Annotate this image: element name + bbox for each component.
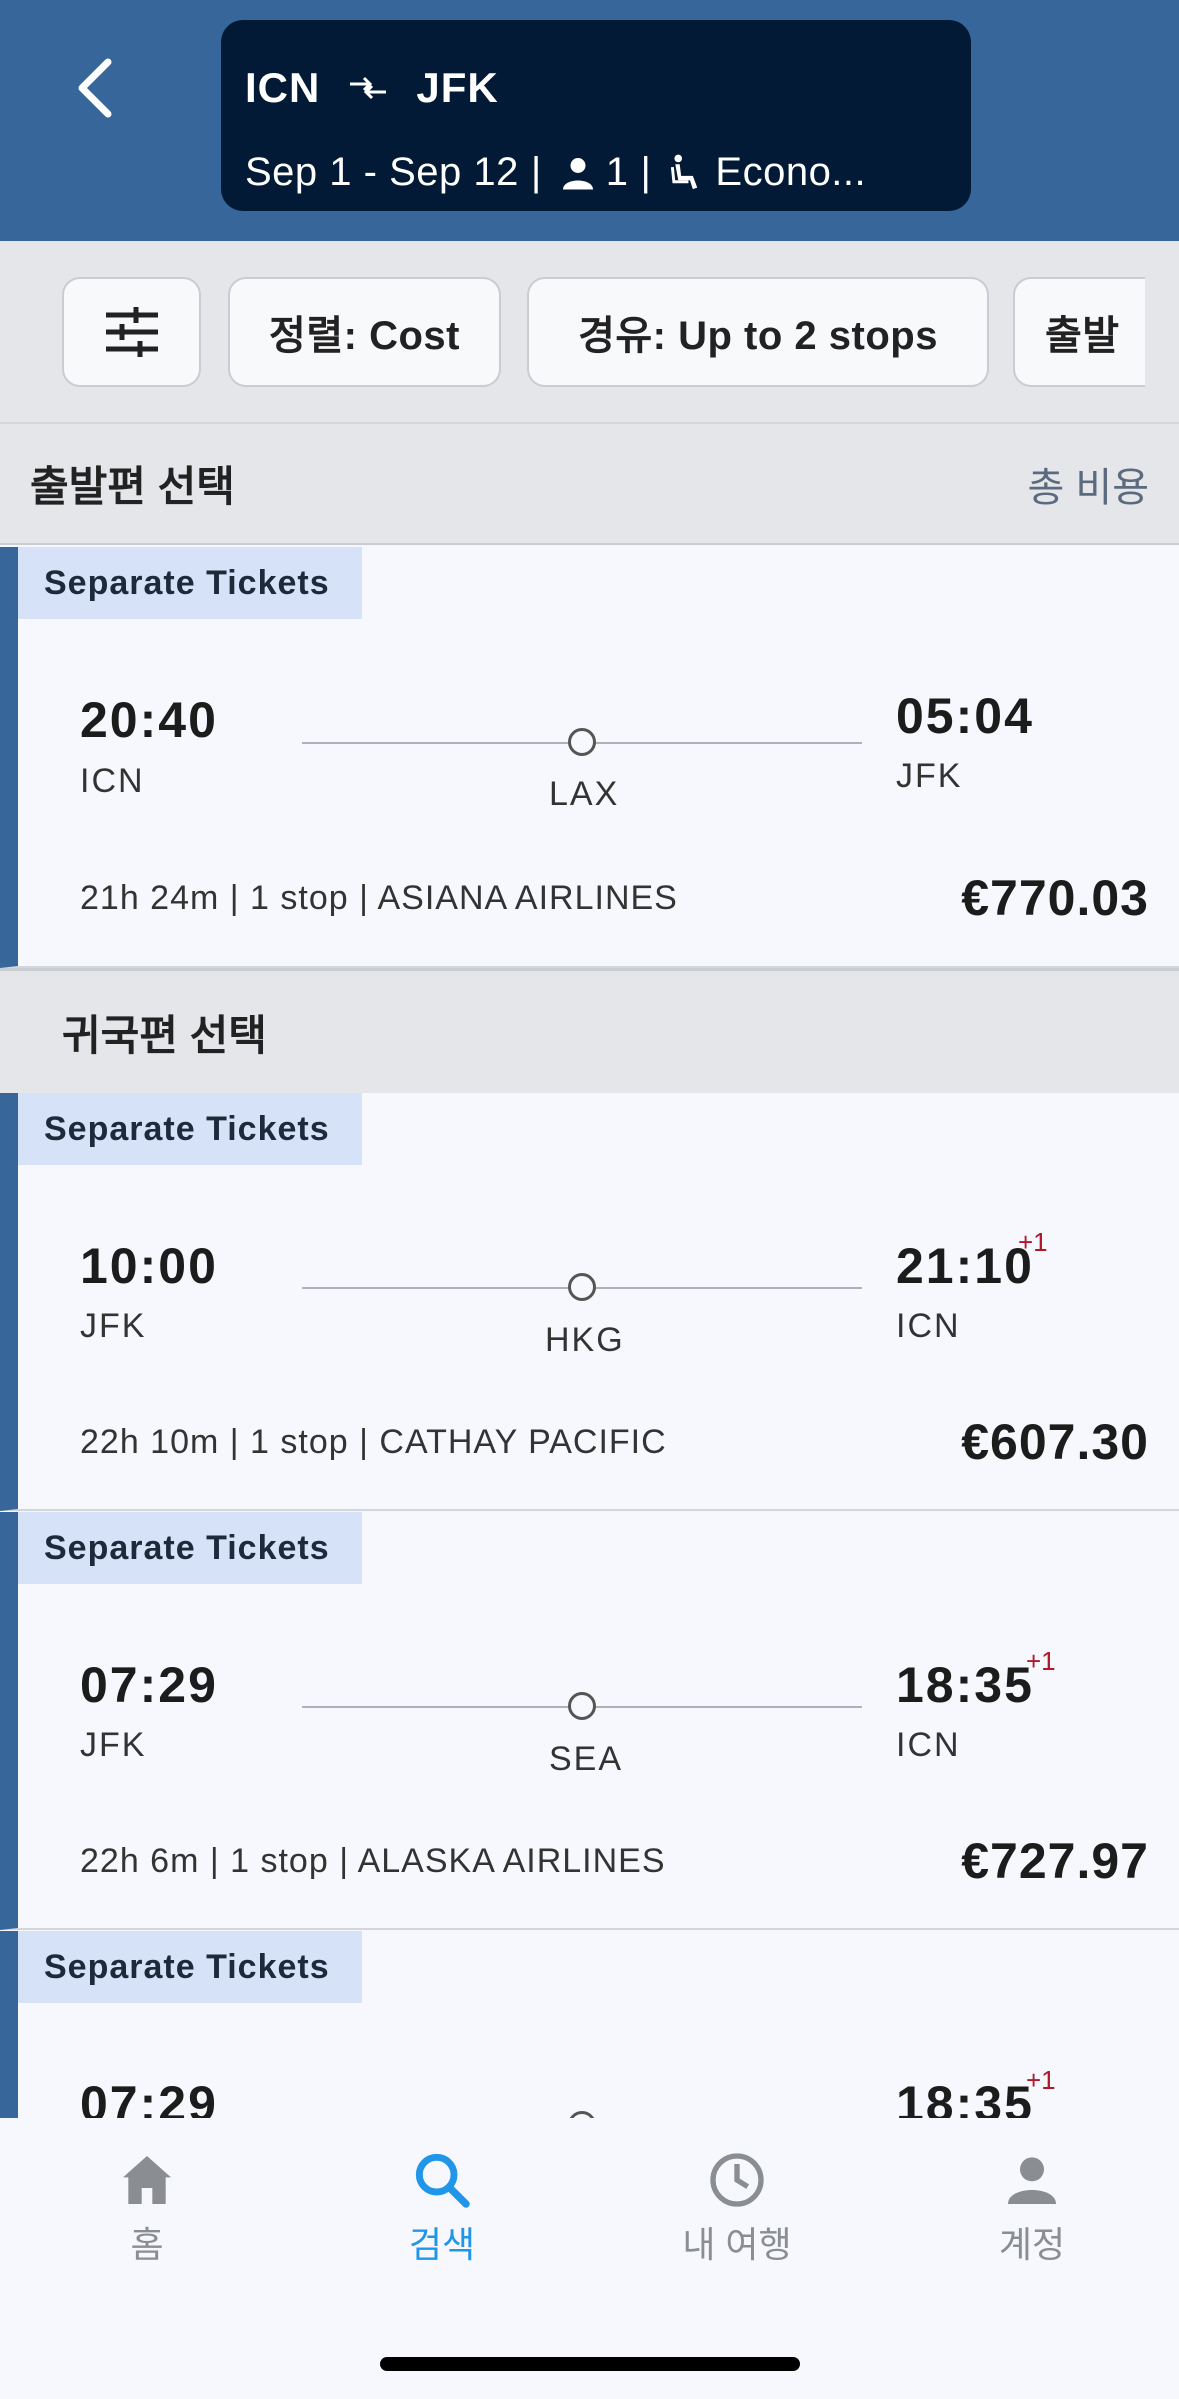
flight-price: €770.03	[961, 870, 1149, 926]
stop-marker	[568, 728, 596, 756]
clock-icon	[710, 2153, 764, 2207]
arrival-airport: JFK	[896, 757, 963, 795]
header: ICN JFK Sep 1 - Sep 12 | 1 | Econo...	[0, 0, 1179, 241]
sliders-icon	[105, 307, 158, 357]
origin-code: ICN	[245, 64, 321, 111]
day-offset: +1	[1026, 2065, 1056, 2095]
flight-price: €727.97	[961, 1833, 1149, 1889]
arrival-time: 18:35	[896, 1657, 1034, 1713]
separator: |	[530, 150, 542, 194]
trip-details-row: Sep 1 - Sep 12 | 1 | Econo...	[245, 150, 866, 195]
person-icon	[1008, 2157, 1056, 2204]
search-icon	[415, 2153, 470, 2208]
arrival-airport: ICN	[896, 1307, 961, 1345]
stops-filter-chip[interactable]: 경유: Up to 2 stops	[527, 277, 989, 387]
separate-tickets-badge: Separate Tickets	[18, 1093, 362, 1165]
nav-label: 계정	[998, 2224, 1066, 2265]
separate-tickets-badge: Separate Tickets	[18, 1512, 362, 1584]
nav-item-home[interactable]: 홈	[47, 2148, 247, 2268]
arrival-time: 05:04	[896, 688, 1034, 744]
separator: |	[640, 150, 652, 194]
flight-card[interactable]: Separate Tickets 07:29 JFK SEA 18:35 +1 …	[0, 1512, 1179, 1930]
outbound-section-header: 출발편 선택 총 비용	[0, 422, 1179, 545]
flight-results-screen: ICN JFK Sep 1 - Sep 12 | 1 | Econo... 정렬…	[0, 0, 1179, 2399]
flight-summary: 21h 24m | 1 stop | ASIANA AIRLINES	[80, 879, 678, 917]
stop-airport: HKG	[545, 1321, 625, 1359]
stop-airport: LAX	[549, 775, 620, 813]
home-icon	[123, 2156, 171, 2204]
stop-marker	[568, 1273, 596, 1301]
filter-settings-button[interactable]	[62, 277, 201, 387]
departure-airport: JFK	[80, 1726, 147, 1764]
home-indicator	[380, 2357, 800, 2371]
departure-time: 20:40	[80, 692, 218, 748]
back-button[interactable]	[58, 48, 130, 128]
flight-price: €607.30	[961, 1414, 1149, 1470]
flight-card[interactable]: Separate Tickets 10:00 JFK HKG 21:10 +1 …	[0, 1093, 1179, 1511]
nav-item-my-trips[interactable]: 내 여행	[637, 2148, 837, 2268]
travel-dates: Sep 1 - Sep 12	[245, 150, 519, 194]
stop-airport: SEA	[549, 1740, 624, 1778]
filter-bar: 정렬: Cost 경유: Up to 2 stops 출발	[0, 241, 1179, 422]
return-section-header: 귀국편 선택	[0, 968, 1179, 1093]
flight-card[interactable]: Separate Tickets 20:40 ICN LAX 05:04 JFK…	[0, 547, 1179, 968]
departure-time: 10:00	[80, 1238, 218, 1294]
day-offset: +1	[1018, 1227, 1048, 1257]
passenger-count: 1	[605, 150, 629, 194]
nav-item-account[interactable]: 계정	[932, 2148, 1132, 2268]
cabin-class: Econo...	[715, 150, 867, 194]
route-row: ICN JFK	[245, 64, 499, 112]
departure-airport: ICN	[80, 762, 145, 800]
day-offset: +1	[1026, 1646, 1056, 1676]
departure-airport: JFK	[80, 1307, 147, 1345]
nav-item-search[interactable]: 검색	[342, 2148, 542, 2268]
flight-summary: 22h 10m | 1 stop | CATHAY PACIFIC	[80, 1423, 667, 1461]
total-cost-label: 총 비용	[1027, 465, 1149, 510]
sort-filter-chip[interactable]: 정렬: Cost	[228, 277, 501, 387]
departure-filter-chip[interactable]: 출발	[1013, 277, 1145, 387]
chevron-left-icon	[78, 58, 112, 118]
destination-code: JFK	[416, 64, 499, 111]
seat-icon	[671, 154, 698, 189]
swap-arrows-icon	[348, 75, 388, 101]
separate-tickets-badge: Separate Tickets	[18, 1931, 362, 2003]
flight-summary: 22h 6m | 1 stop | ALASKA AIRLINES	[80, 1842, 666, 1880]
section-title: 출발편 선택	[30, 463, 235, 510]
arrival-airport: ICN	[896, 1726, 961, 1764]
search-summary-card[interactable]: ICN JFK Sep 1 - Sep 12 | 1 | Econo...	[221, 20, 971, 211]
nav-label: 내 여행	[682, 2224, 792, 2265]
person-icon	[562, 157, 593, 189]
separate-tickets-badge: Separate Tickets	[18, 547, 362, 619]
departure-time: 07:29	[80, 1657, 218, 1713]
nav-label: 검색	[408, 2224, 476, 2265]
nav-label: 홈	[130, 2224, 164, 2265]
stop-marker	[568, 1692, 596, 1720]
arrival-time: 21:10	[896, 1238, 1034, 1294]
section-title: 귀국편 선택	[62, 1011, 267, 1059]
